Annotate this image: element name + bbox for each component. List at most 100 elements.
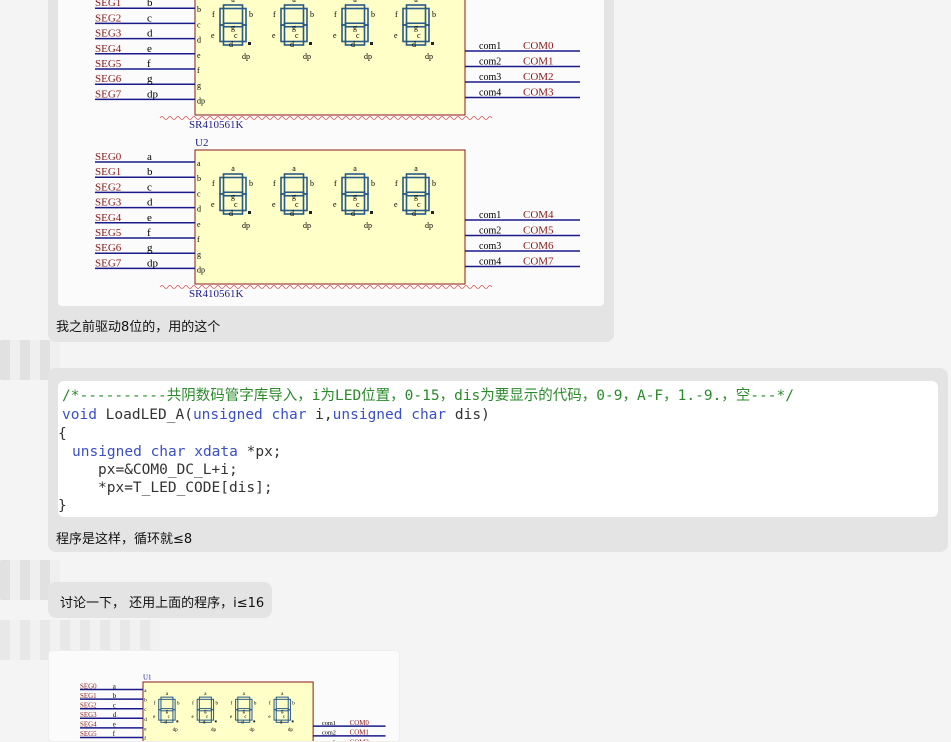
segment-label: dp [425, 52, 433, 61]
seg-net-label: SEG7 [95, 88, 122, 100]
seg-net-label: SEG5 [95, 58, 122, 70]
segment-label: dp [364, 221, 372, 230]
seg-pin-label: a [113, 683, 116, 690]
segment-label: a [231, 164, 235, 173]
chip-designator: U1 [143, 674, 152, 681]
chip-pin-label: d [197, 36, 201, 45]
schematic-image[interactable]: SEG0aaSEG1bbSEG2ccSEG3ddSEG4eeSEG5ffSEG6… [58, 0, 604, 306]
segment-label: c [417, 200, 421, 209]
segment-dp [215, 720, 217, 722]
seg-net-label: SEG1 [95, 166, 121, 178]
seg-pin-label: f [147, 227, 151, 239]
segment-dp [309, 42, 312, 45]
seg-net-label: SEG3 [80, 712, 97, 719]
com-net-label: COM2 [523, 71, 554, 83]
com-net-label: COM1 [523, 56, 554, 68]
code-snippet[interactable]: /*----------共阴数码管字库导入，i为LED位置，0-15，dis为要… [58, 381, 938, 517]
segment-label: c [295, 200, 299, 209]
segment-dp [431, 211, 434, 214]
seg-pin-label: dp [147, 88, 159, 100]
seg-net-label: SEG2 [95, 181, 121, 193]
segment-label: c [295, 31, 299, 40]
code-line-write: *px=T_LED_CODE[dis]; [98, 479, 273, 497]
segment-dp [431, 42, 434, 45]
chip-pin-label: b [197, 174, 201, 183]
segment-label: dp [242, 52, 250, 61]
com-pin-label: com1 [479, 210, 501, 221]
segment-label: c [356, 200, 360, 209]
segment-label: e [333, 200, 337, 209]
seg-net-label: SEG1 [80, 693, 97, 700]
segment-label: d [290, 40, 294, 49]
segment-dp [176, 720, 178, 722]
code-brace-close: } [58, 497, 67, 515]
segment-dp [248, 42, 251, 45]
segment-dp [370, 42, 373, 45]
segment-dp [370, 211, 373, 214]
com-pin-label: com3 [479, 72, 501, 83]
chip-pin-label: dp [197, 265, 205, 274]
segment-label: f [212, 179, 215, 188]
segment-label: a [292, 0, 296, 4]
segment-label: d [351, 40, 355, 49]
segment-label: a [292, 164, 296, 173]
seg-pin-label: e [113, 722, 116, 729]
schematic-diagram: SEG0aaSEG1bbSEG2ccSEG3ddSEG4eeSEG5ffSEG6… [58, 0, 604, 306]
seg-pin-label: b [147, 0, 153, 9]
segment-label: d [351, 209, 355, 218]
segment-dp [309, 211, 312, 214]
message-text: 程序是这样，循环就≤8 [56, 528, 192, 547]
segment-label: e [272, 200, 276, 209]
seg-pin-label: a [147, 151, 152, 163]
segment-label: d [229, 209, 233, 218]
segment-label: a [414, 164, 418, 173]
code-line-assign: px=&COM0_DC_L+i; [98, 461, 238, 479]
segment-label: e [211, 200, 215, 209]
segment-label: d [290, 209, 294, 218]
segment-label: a [231, 0, 235, 4]
seg-pin-label: dp [147, 257, 159, 269]
code-brace-open: { [58, 425, 67, 443]
com-pin-label: com1 [479, 41, 501, 52]
com-pin-label: com3 [479, 241, 501, 252]
segment-label: b [249, 10, 253, 19]
segment-label: dp [303, 52, 311, 61]
seg-net-label: SEG3 [95, 28, 122, 40]
seg-pin-label: g [147, 242, 153, 254]
chip-pin-label: b [197, 5, 201, 14]
com-net-label: COM5 [523, 225, 554, 237]
seg-pin-label: c [147, 181, 152, 193]
com-pin-label: com2 [322, 730, 336, 737]
com-net-label: COM6 [523, 240, 554, 252]
seg-pin-label: d [147, 197, 153, 209]
segment-label: f [334, 10, 337, 19]
chip-body [195, 150, 465, 284]
com-pin-label: com2 [479, 226, 501, 237]
com-pin-label: com4 [479, 88, 501, 99]
segment-label: d [229, 40, 233, 49]
segment-label: d [412, 40, 416, 49]
seg-net-label: SEG6 [95, 73, 122, 85]
segment-label: f [334, 179, 337, 188]
chip-pin-label: f [197, 235, 200, 244]
chip-pin-label: d [197, 205, 201, 214]
seg-pin-label: b [113, 693, 117, 700]
segment-dp [292, 720, 294, 722]
segment-label: dp [303, 221, 311, 230]
schematic-image-thumbnail[interactable]: U1SEG0aaSEG1bbSEG2ccSEG3ddSEG4eeSEG5ffSE… [48, 650, 400, 742]
seg-pin-label: d [113, 712, 117, 719]
chip-pin-label: c [197, 189, 201, 198]
seg-pin-label: d [147, 28, 153, 40]
seg-pin-label: c [113, 702, 116, 709]
chip-part-number: SR410561K [189, 288, 243, 300]
seg-net-label: SEG6 [95, 242, 122, 254]
seg-pin-label: e [147, 212, 152, 224]
seg-net-label: SEG4 [95, 43, 122, 55]
segment-label: b [432, 10, 436, 19]
com-net-label: COM0 [523, 40, 554, 52]
segment-label: f [273, 10, 276, 19]
segment-label: b [432, 179, 436, 188]
segment-label: e [394, 200, 398, 209]
seg-pin-label: f [147, 58, 151, 70]
schematic-diagram-small: U1SEG0aaSEG1bbSEG2ccSEG3ddSEG4eeSEG5ffSE… [49, 651, 399, 741]
